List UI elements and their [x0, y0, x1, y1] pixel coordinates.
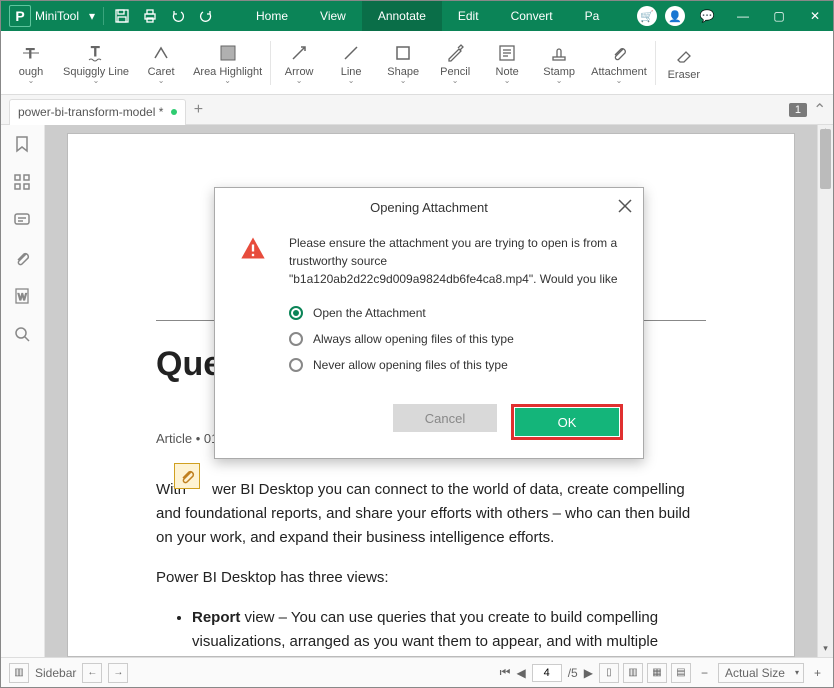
view-facing-icon[interactable]: ▦: [647, 663, 667, 683]
minimize-button[interactable]: —: [725, 1, 761, 31]
page-total: /5: [568, 666, 578, 680]
app-dropdown[interactable]: ▾: [85, 9, 99, 23]
first-page-icon[interactable]: ⏮: [500, 665, 511, 680]
print-icon[interactable]: [136, 1, 164, 31]
opening-attachment-dialog: Opening Attachment Please ensure the att…: [214, 187, 644, 459]
option-always-allow[interactable]: Always allow opening files of this type: [289, 332, 619, 346]
dialog-message: Please ensure the attachment you are try…: [289, 234, 619, 288]
dialog-close-button[interactable]: [617, 198, 633, 214]
radio-icon: [289, 332, 303, 346]
view-book-icon[interactable]: ▤: [671, 663, 691, 683]
zoom-in-button[interactable]: +: [810, 666, 825, 680]
unsaved-dot-icon: [171, 109, 177, 115]
prev-page-icon[interactable]: ◀: [516, 666, 525, 680]
status-bar: ▥ Sidebar ← → ⏮ ◀ /5 ▶ ▯ ▥ ▦ ▤ − Actual …: [1, 657, 833, 687]
paragraph: Withwer BI Desktop you can connect to th…: [156, 478, 706, 550]
tool-pencil[interactable]: Pencil⌄: [429, 33, 481, 93]
sidebar-toggle[interactable]: ▥: [9, 663, 29, 683]
nav-back-button[interactable]: ←: [82, 663, 102, 683]
tool-shape[interactable]: Shape⌄: [377, 33, 429, 93]
tool-attachment[interactable]: Attachment⌄: [585, 33, 653, 93]
menu-view[interactable]: View: [304, 1, 362, 31]
menu-edit[interactable]: Edit: [442, 1, 495, 31]
tab-document[interactable]: power-bi-transform-model *: [9, 99, 186, 125]
scroll-down-icon[interactable]: ▾: [818, 643, 833, 657]
word-export-icon[interactable]: W: [13, 287, 33, 307]
save-icon[interactable]: [108, 1, 136, 31]
thumbnails-icon[interactable]: [13, 173, 33, 193]
tool-squiggly[interactable]: TSquiggly Line⌄: [57, 33, 135, 93]
scroll-thumb[interactable]: [820, 129, 831, 189]
tool-eraser[interactable]: Eraser: [658, 33, 710, 93]
app-name: MiniTool: [35, 9, 85, 23]
radio-icon: [289, 358, 303, 372]
close-button[interactable]: ✕: [797, 1, 833, 31]
ok-highlight: OK: [511, 404, 623, 440]
bookmark-icon[interactable]: [13, 135, 33, 155]
tool-note[interactable]: Note⌄: [481, 33, 533, 93]
left-sidebar: W: [1, 125, 45, 657]
main-menu: Home View Annotate Edit Convert Pa: [240, 1, 615, 31]
attachment-marker[interactable]: [174, 463, 200, 489]
page-badge: 1: [789, 103, 807, 117]
page-input[interactable]: [532, 664, 562, 682]
feedback-icon[interactable]: 💬: [689, 1, 725, 31]
new-tab-button[interactable]: +: [186, 101, 210, 119]
user-icon[interactable]: 👤: [665, 6, 685, 26]
menu-home[interactable]: Home: [240, 1, 304, 31]
nav-forward-button[interactable]: →: [108, 663, 128, 683]
app-logo: P: [9, 5, 31, 27]
undo-icon[interactable]: [164, 1, 192, 31]
tool-area-highlight[interactable]: Area Highlight⌄: [187, 33, 268, 93]
zoom-out-button[interactable]: −: [697, 666, 712, 680]
list-item: Report view – You can use queries that y…: [192, 606, 706, 657]
title-bar: P MiniTool ▾ Home View Annotate Edit Con…: [1, 1, 833, 31]
radio-icon: [289, 306, 303, 320]
menu-annotate[interactable]: Annotate: [362, 1, 442, 31]
dialog-title: Opening Attachment: [215, 188, 643, 226]
sidebar-label: Sidebar: [35, 666, 76, 680]
tool-stamp[interactable]: Stamp⌄: [533, 33, 585, 93]
ribbon-toolbar: Tough⌄ TSquiggly Line⌄ Caret⌄ Area Highl…: [1, 31, 833, 95]
warning-icon: [239, 234, 289, 288]
zoom-select[interactable]: Actual Size▾: [718, 663, 804, 683]
menu-more[interactable]: Pa: [569, 1, 616, 31]
document-tabs: power-bi-transform-model * + 1 ⌃: [1, 95, 833, 125]
menu-convert[interactable]: Convert: [495, 1, 569, 31]
tool-arrow[interactable]: Arrow⌄: [273, 33, 325, 93]
view-single-icon[interactable]: ▯: [599, 663, 619, 683]
view-continuous-icon[interactable]: ▥: [623, 663, 643, 683]
tool-line[interactable]: Line⌄: [325, 33, 377, 93]
next-page-icon[interactable]: ▶: [584, 666, 593, 680]
cancel-button[interactable]: Cancel: [393, 404, 497, 432]
option-open-attachment[interactable]: Open the Attachment: [289, 306, 619, 320]
vertical-scrollbar[interactable]: ▴ ▾: [817, 125, 833, 657]
cart-icon[interactable]: 🛒: [637, 6, 657, 26]
ok-button[interactable]: OK: [515, 408, 619, 436]
tab-label: power-bi-transform-model *: [18, 105, 163, 119]
tool-strikethrough[interactable]: Tough⌄: [5, 33, 57, 93]
collapse-ribbon-button[interactable]: ⌃: [813, 100, 833, 120]
redo-icon[interactable]: [192, 1, 220, 31]
svg-text:T: T: [91, 43, 100, 59]
attachments-icon[interactable]: [13, 249, 33, 269]
svg-text:W: W: [18, 292, 27, 302]
tool-caret[interactable]: Caret⌄: [135, 33, 187, 93]
search-icon[interactable]: [13, 325, 33, 345]
comments-icon[interactable]: [13, 211, 33, 231]
maximize-button[interactable]: ▢: [761, 1, 797, 31]
paragraph: Power BI Desktop has three views:: [156, 566, 706, 590]
option-never-allow[interactable]: Never allow opening files of this type: [289, 358, 619, 372]
